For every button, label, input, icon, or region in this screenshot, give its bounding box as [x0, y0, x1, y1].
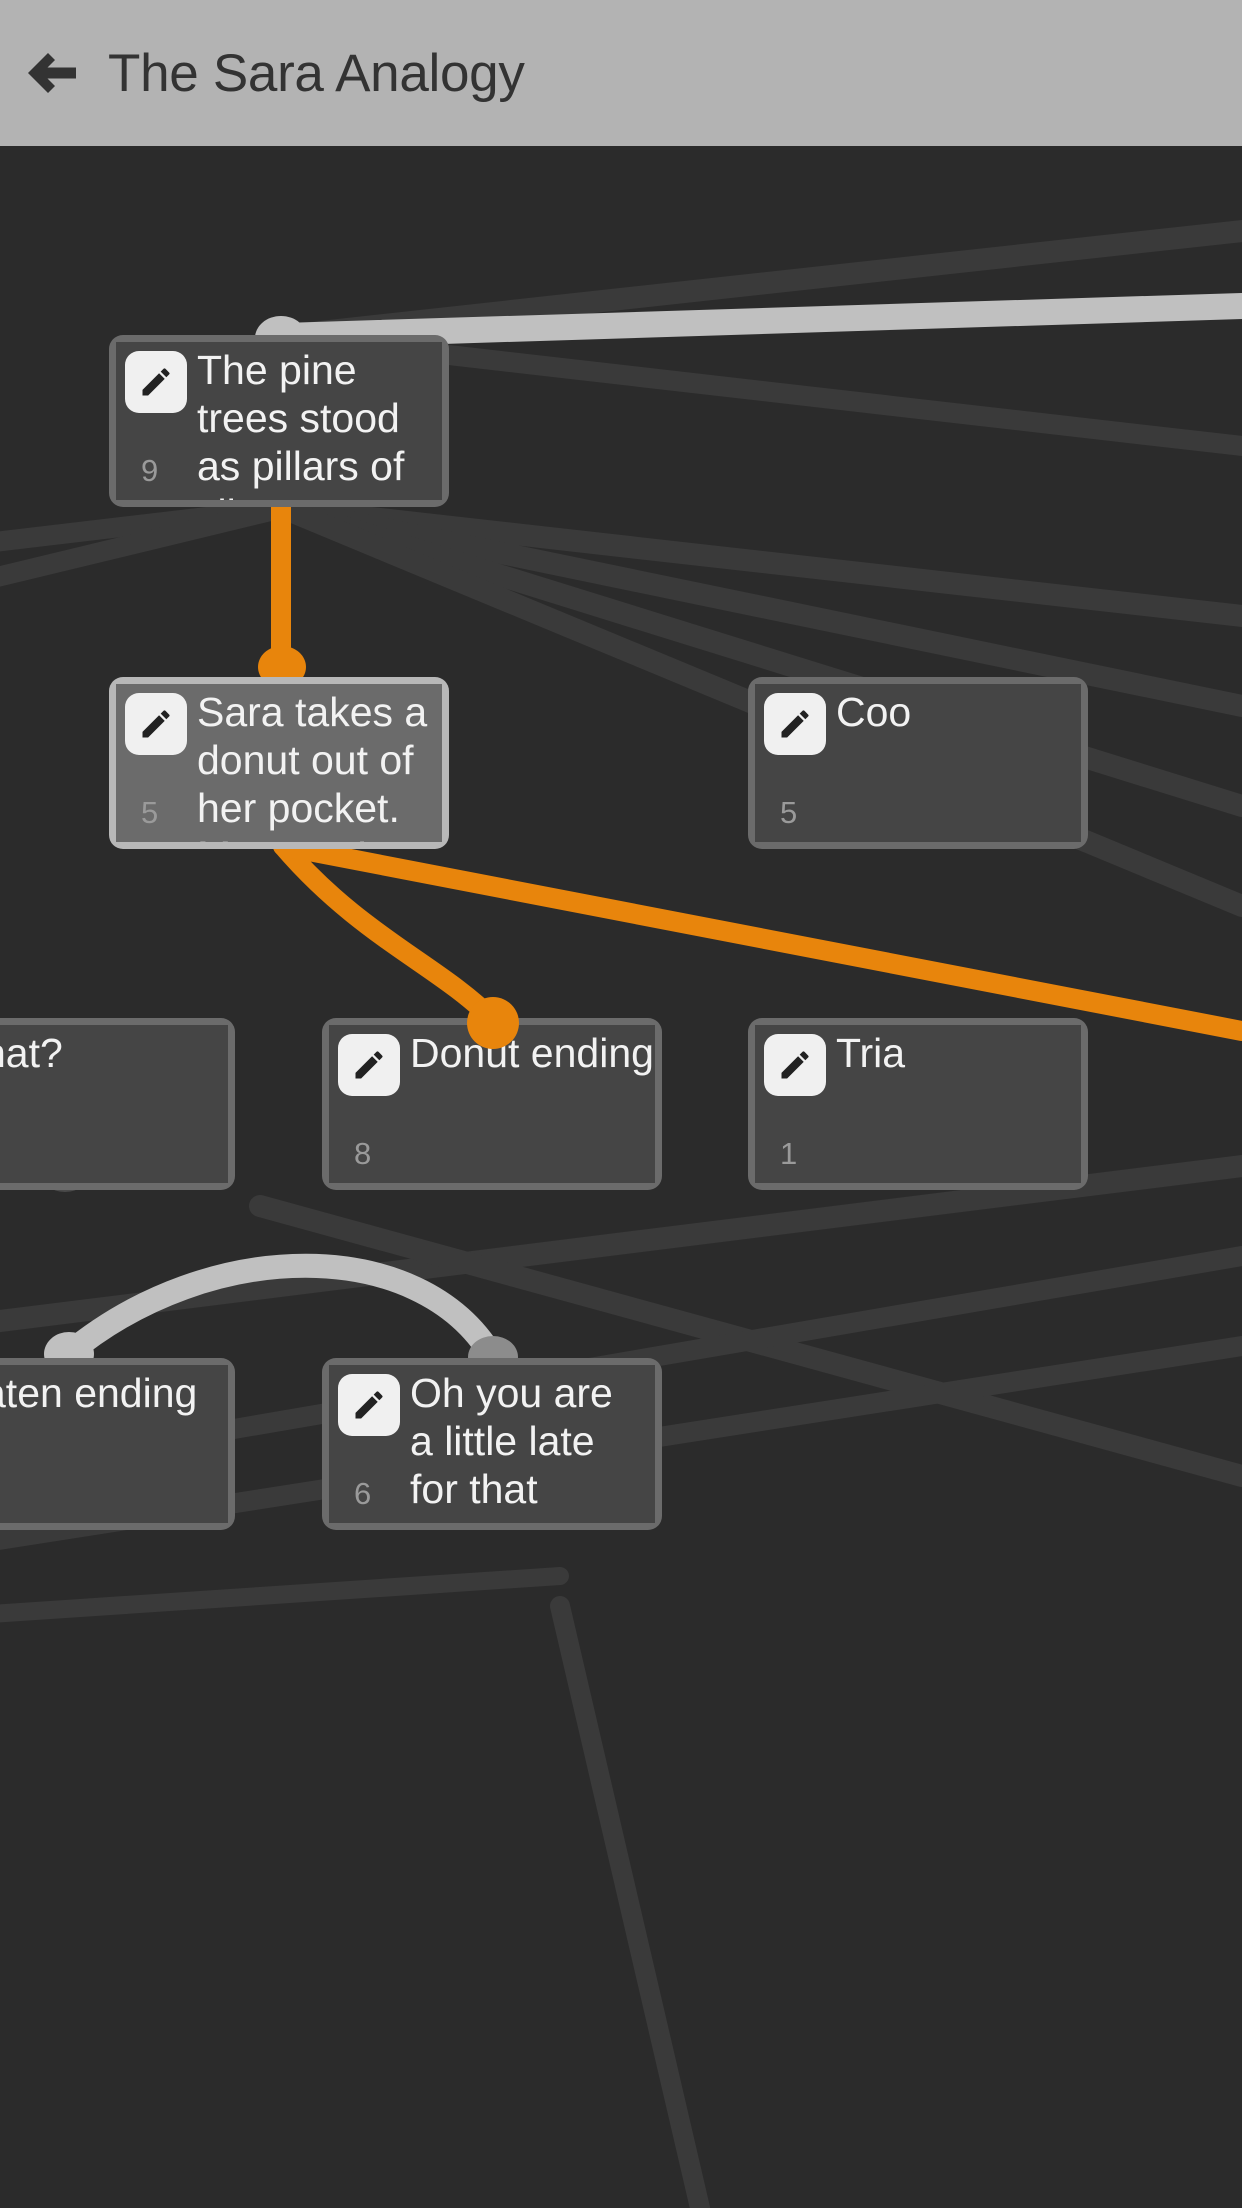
page-title: The Sara Analogy: [108, 43, 525, 103]
pencil-icon[interactable]: [125, 351, 187, 413]
app-header: The Sara Analogy: [0, 0, 1242, 146]
node-text: hat?: [0, 1030, 63, 1076]
node-eaten-ending[interactable]: aten ending: [0, 1358, 235, 1530]
node-text: Coo: [836, 689, 912, 735]
node-count: 9: [141, 453, 159, 488]
pencil-icon[interactable]: [338, 1374, 400, 1436]
node-cool[interactable]: Coo 5: [748, 677, 1088, 849]
back-button[interactable]: [0, 0, 104, 146]
node-body: Sara takes a donut out of her pocket. Mm…: [116, 684, 442, 842]
node-text: The pine trees stood as pillars of silen…: [197, 347, 405, 500]
node-text: Oh you are a little late for that: [410, 1370, 613, 1512]
graph-canvas[interactable]: The pine trees stood as pillars of silen…: [0, 146, 1242, 2208]
node-count: 1: [780, 1136, 798, 1171]
node-triathlon[interactable]: Tria 1: [748, 1018, 1088, 1190]
node-count: 5: [141, 795, 159, 830]
node-count: 8: [354, 1136, 372, 1171]
pencil-icon[interactable]: [338, 1034, 400, 1096]
node-body: Coo 5: [755, 684, 1081, 842]
pencil-icon[interactable]: [764, 1034, 826, 1096]
pencil-icon[interactable]: [764, 693, 826, 755]
edge-group-dim: [0, 220, 1242, 2208]
pencil-icon[interactable]: [125, 693, 187, 755]
node-count: 6: [354, 1476, 372, 1511]
arrow-left-icon: [24, 49, 80, 97]
node-what[interactable]: hat?: [0, 1018, 235, 1190]
node-body: The pine trees stood as pillars of silen…: [116, 342, 442, 500]
node-body: aten ending: [0, 1365, 228, 1523]
node-text: Sara takes a donut out of her pocket. Mm…: [197, 689, 428, 842]
node-body: Tria 1: [755, 1025, 1081, 1183]
node-oh-you-are-late[interactable]: Oh you are a little late for that 6: [322, 1358, 662, 1530]
node-text: Donut ending: [410, 1030, 654, 1076]
node-text: Tria: [836, 1030, 906, 1076]
node-body: hat?: [0, 1025, 228, 1183]
connector-dot-donut-ending[interactable]: [467, 997, 519, 1049]
node-count: 5: [780, 795, 798, 830]
node-pine-trees[interactable]: The pine trees stood as pillars of silen…: [109, 335, 449, 507]
node-body: Oh you are a little late for that 6: [329, 1365, 655, 1523]
node-text: aten ending: [0, 1370, 198, 1416]
node-sara-donut[interactable]: Sara takes a donut out of her pocket. Mm…: [109, 677, 449, 849]
